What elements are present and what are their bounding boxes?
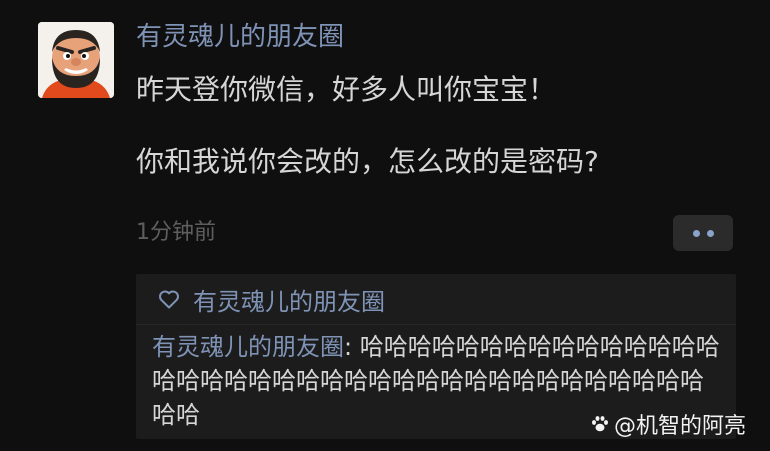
cartoon-avatar-image xyxy=(38,22,114,98)
more-actions-button[interactable] xyxy=(673,215,733,251)
more-dots-icon xyxy=(692,229,700,237)
post-author-name[interactable]: 有灵魂儿的朋友圈 xyxy=(136,20,344,54)
moments-post: 有灵魂儿的朋友圈 昨天登你微信，好多人叫你宝宝！ 你和我说你会改的，怎么改的是密… xyxy=(0,0,770,451)
watermark: @机智的阿亮 xyxy=(590,408,746,440)
paw-icon xyxy=(592,416,608,432)
watermark-text: @机智的阿亮 xyxy=(614,414,747,439)
more-dots-icon xyxy=(706,229,714,237)
heart-outline-icon xyxy=(159,290,179,309)
comment-separator: : xyxy=(344,333,360,361)
comment-author[interactable]: 有灵魂儿的朋友圈 xyxy=(152,333,344,361)
like-user-name[interactable]: 有灵魂儿的朋友圈 xyxy=(193,282,385,317)
avatar[interactable] xyxy=(38,22,114,98)
post-timestamp: 1分钟前 xyxy=(136,220,216,245)
post-text-line: 昨天登你微信，好多人叫你宝宝！ xyxy=(136,73,557,106)
post-text-line: 你和我说你会改的，怎么改的是密码? xyxy=(136,145,599,178)
likes-row: 有灵魂儿的朋友圈 xyxy=(136,274,736,325)
post-content: 昨天登你微信，好多人叫你宝宝！ 你和我说你会改的，怎么改的是密码? xyxy=(136,72,746,180)
